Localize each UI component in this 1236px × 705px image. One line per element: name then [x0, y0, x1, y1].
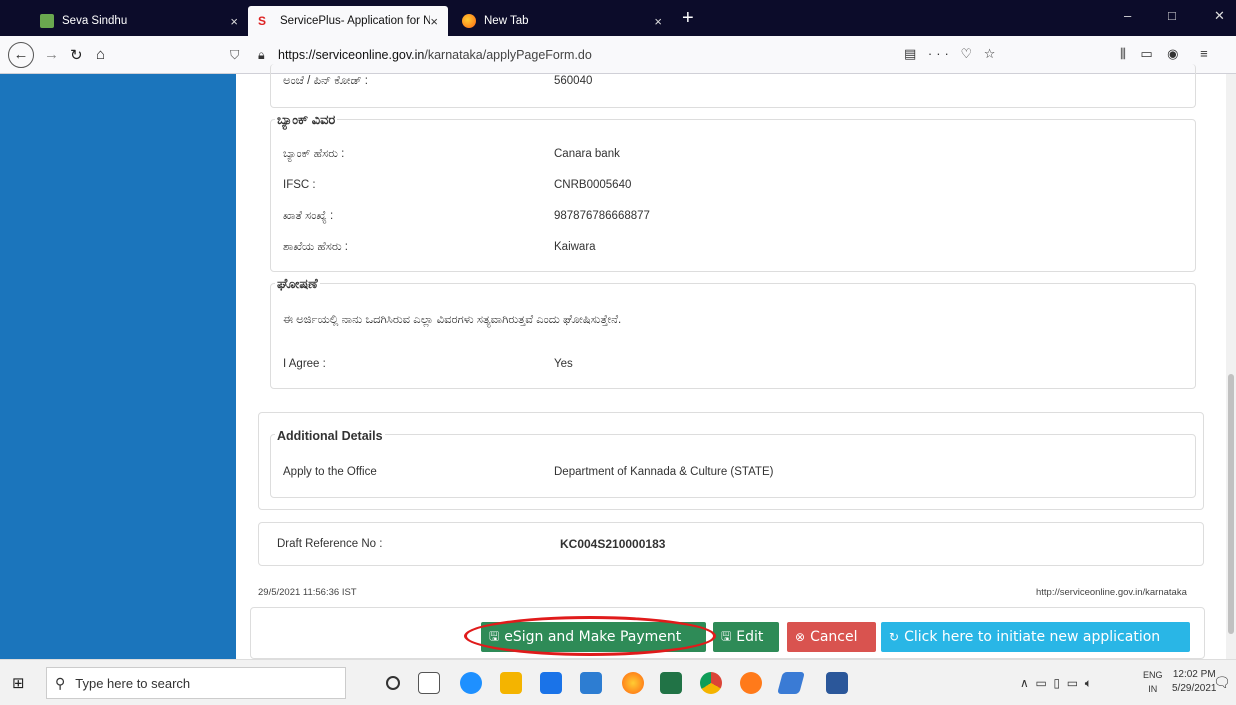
chrome-icon[interactable] [700, 672, 722, 694]
tab-serviceplus[interactable]: S ServicePlus- Application for Na × [248, 6, 448, 36]
close-tab-icon[interactable]: × [430, 14, 438, 29]
system-tray-icons[interactable]: ∧ ▭ ▯ ▭ 🔈︎ [1020, 676, 1092, 691]
clock[interactable]: 12:02 PM 5/29/2021 [1172, 668, 1217, 696]
search-placeholder: Type here to search [75, 675, 191, 691]
office-value: Department of Kannada & Culture (STATE) [554, 466, 774, 478]
tab-title: ServicePlus- Application for Na [280, 15, 430, 27]
bank-details-fieldset [270, 119, 1196, 272]
seva-sindhu-icon [40, 14, 54, 28]
account-number-label: ಖಾತೆ ಸಂಖ್ಯೆ : [283, 210, 334, 222]
agree-value: Yes [554, 358, 573, 370]
pincode-label: ಅಂಚೆ / ಪಿನ್ ಕೋಡ್ : [283, 75, 368, 87]
library-sidebar-account-icons[interactable]: ⫼ ▭ ◉ ≡ [1120, 46, 1208, 62]
declaration-title: ಘೋಷಣೆ [275, 276, 320, 292]
edit-label: Edit [736, 629, 764, 645]
app-icon[interactable] [777, 672, 805, 694]
maximize-button[interactable]: □ [1168, 8, 1176, 23]
serviceplus-icon: S [258, 14, 267, 28]
address-fieldset [270, 64, 1196, 108]
task-view-icon[interactable] [418, 672, 440, 694]
close-tab-icon[interactable]: × [654, 14, 662, 29]
bank-section-title: ಬ್ಯಾಂಕ್ ವಿವರ [275, 112, 338, 128]
lang-code: ENG [1143, 670, 1163, 680]
firefox-taskbar-icon[interactable] [622, 672, 644, 694]
new-application-label: Click here to initiate new application [904, 629, 1161, 645]
timestamp: 29/5/2021 11:56:36 IST [258, 587, 357, 598]
page-scrollbar[interactable] [1226, 74, 1236, 659]
cortana-icon[interactable] [386, 676, 400, 690]
account-number-value: 987876786668877 [554, 210, 650, 222]
branch-name-value: Kaiwara [554, 241, 596, 253]
refresh-icon: ↻ [889, 630, 900, 644]
clock-time: 12:02 PM [1172, 669, 1216, 680]
page-sidebar [0, 74, 236, 659]
page-actions-icons[interactable]: ▤ ··· ♡ ☆ [904, 46, 999, 62]
close-tab-icon[interactable]: × [230, 14, 238, 29]
declaration-text: ಈ ಅರ್ಜಿಯಲ್ಲಿ ನಾನು ಒದಗಿಸಿರುವ ಎಲ್ಲಾ ವಿವರಗಳ… [283, 314, 622, 326]
region-code: IN [1148, 684, 1158, 694]
mail-icon[interactable] [540, 672, 562, 694]
store-icon[interactable] [580, 672, 602, 694]
new-tab-button[interactable]: + [682, 6, 694, 30]
cancel-button[interactable]: ⊗ Cancel [787, 622, 876, 652]
close-window-button[interactable]: ✕ [1214, 8, 1225, 24]
additional-details-title: Additional Details [275, 429, 385, 443]
declaration-fieldset [270, 283, 1196, 389]
highlight-oval [464, 616, 716, 656]
search-icon: ⚲ [55, 674, 66, 691]
windows-taskbar: ⊞ ⚲ Type here to search ∧ ▭ ▯ ▭ 🔈︎ ENG I… [0, 659, 1236, 705]
pincode-value: 560040 [554, 75, 593, 87]
clock-date: 5/29/2021 [1172, 683, 1217, 694]
agree-label: I Agree : [283, 358, 326, 370]
tab-title: Seva Sindhu [62, 15, 128, 27]
edit-button[interactable]: 🖫 Edit [713, 622, 779, 652]
bank-name-label: ಬ್ಯಾಂಕ್ ಹೆಸರು : [283, 148, 345, 160]
ifsc-value: CNRB0005640 [554, 179, 632, 191]
file-explorer-icon[interactable] [500, 672, 522, 694]
tab-title: New Tab [484, 15, 529, 27]
site-url[interactable]: http://serviceonline.gov.in/karnataka [1036, 587, 1187, 598]
draft-reference-label: Draft Reference No : [277, 538, 383, 550]
tab-new-tab[interactable]: New Tab × [452, 6, 672, 36]
cancel-label: Cancel [810, 629, 858, 645]
lock-icon[interactable]: 🔒︎ [258, 48, 272, 63]
ifsc-label: IFSC : [283, 179, 316, 191]
word-icon[interactable] [826, 672, 848, 694]
bank-name-value: Canara bank [554, 148, 620, 160]
save-icon: 🖫 [721, 628, 732, 643]
url-host: https://serviceonline.gov.in [278, 48, 425, 62]
back-arrow-icon[interactable]: ← [8, 42, 34, 68]
browser-tab-bar: Seva Sindhu × S ServicePlus- Application… [0, 0, 1236, 36]
cancel-circle-icon: ⊗ [795, 630, 806, 644]
url-path: /karnataka/applyPageForm.do [424, 48, 592, 62]
branch-name-label: ಶಾಖೆಯ ಹೆಸರು : [283, 241, 349, 253]
tab-seva-sindhu[interactable]: Seva Sindhu × [30, 6, 248, 36]
notification-icon[interactable]: 🗨︎ [1213, 674, 1231, 691]
paint-icon[interactable] [740, 672, 762, 694]
firefox-icon [462, 14, 476, 28]
draft-reference-value: KC004S210000183 [560, 537, 666, 551]
edge-icon[interactable] [460, 672, 482, 694]
office-label: Apply to the Office [283, 466, 377, 478]
new-application-button[interactable]: ↻ Click here to initiate new application [881, 622, 1190, 652]
shield-icon[interactable]: ⛉ [230, 48, 246, 63]
forward-arrow-icon[interactable]: → [44, 46, 59, 63]
reload-icon[interactable]: ↻ [70, 46, 83, 64]
windows-start-icon[interactable]: ⊞ [12, 674, 25, 692]
taskbar-search-box[interactable]: ⚲ Type here to search [46, 667, 346, 699]
draft-reference-panel [258, 522, 1204, 566]
minimize-button[interactable]: – [1124, 8, 1131, 23]
language-indicator[interactable]: ENG IN [1143, 668, 1163, 696]
home-icon[interactable]: ⌂ [96, 46, 105, 63]
scrollbar-thumb[interactable] [1228, 374, 1234, 634]
excel-icon[interactable] [660, 672, 682, 694]
